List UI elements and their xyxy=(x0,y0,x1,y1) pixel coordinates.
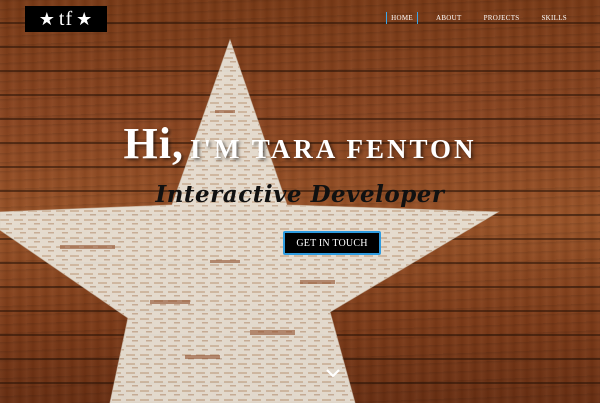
get-in-touch-button[interactable]: GET IN TOUCH xyxy=(283,231,381,255)
logo-text: tf xyxy=(58,7,74,30)
star-icon: ★ xyxy=(76,9,94,29)
chevron-down-icon[interactable] xyxy=(326,369,340,378)
hero-name: I'M TARA FENTON xyxy=(189,134,477,164)
nav-projects[interactable]: PROJECTS xyxy=(473,12,531,24)
nav-home[interactable]: HOME xyxy=(386,12,418,24)
hero-headline: Hi, I'M TARA FENTON xyxy=(0,118,600,169)
star-icon: ★ xyxy=(38,9,56,29)
nav-about[interactable]: ABOUT xyxy=(425,12,473,24)
main-nav: HOME ABOUT PROJECTS SKILLS xyxy=(386,12,578,24)
hero-greeting: Hi, xyxy=(123,119,184,168)
hero-subtitle: Interactive Developer xyxy=(155,181,445,208)
logo[interactable]: ★ tf ★ xyxy=(25,6,107,32)
nav-skills[interactable]: SKILLS xyxy=(530,12,578,24)
